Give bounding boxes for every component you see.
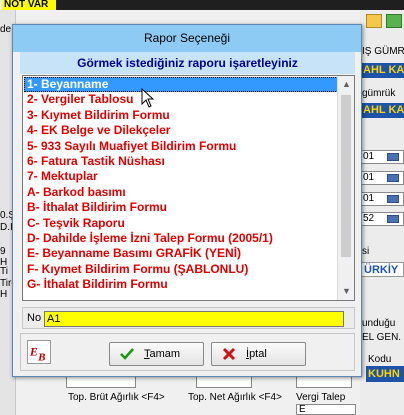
right-label: si xyxy=(362,246,370,257)
combo-button[interactable] xyxy=(387,174,399,182)
country-badge: ÜRKİY xyxy=(360,262,404,277)
ok-checkmark-icon xyxy=(120,348,134,360)
button-panel: E B Tamam İptal xyxy=(20,333,355,371)
report-list-item[interactable]: G- İthalat Bildirim Formu xyxy=(24,277,338,292)
combo-value: 52 xyxy=(363,213,375,224)
left-fragment: Ti xyxy=(0,266,8,277)
report-list-item[interactable]: A- Barkod basımı xyxy=(24,185,338,200)
company-logo-icon: E B xyxy=(27,340,51,364)
cancel-x-icon xyxy=(222,347,236,361)
report-list-item[interactable]: 5- 933 Sayılı Muafiyet Bildirim Formu xyxy=(24,139,338,154)
right-combo[interactable]: 01 xyxy=(360,192,404,206)
report-list-item[interactable]: F- Kıymet Bildirim Formu (ŞABLONLU) xyxy=(24,262,338,277)
report-list-item[interactable]: 2- Vergiler Tablosu xyxy=(24,92,338,107)
report-list-item[interactable]: 6- Fatura Tastik Nüshası xyxy=(24,154,338,169)
left-fragment: de xyxy=(0,24,12,35)
net-weight-label: Top. Net Ağırlık <F4> xyxy=(188,392,282,403)
report-list-item[interactable]: C- Teşvik Raporu xyxy=(24,216,338,231)
report-list-item[interactable]: B- İthalat Bildirim Formu xyxy=(24,200,338,215)
top-menu-bar xyxy=(56,0,404,10)
report-list-item[interactable]: 4- EK Belge ve Dilekçeler xyxy=(24,123,338,138)
not-var-label: NOT VAR xyxy=(2,0,56,10)
right-combo[interactable]: 52 xyxy=(360,212,404,226)
report-listbox[interactable]: 1- Beyanname 2- Vergiler Tablosu 3- Kıymet… xyxy=(22,75,355,301)
tax-request-field[interactable]: E xyxy=(296,404,356,415)
mouse-cursor-icon xyxy=(141,88,155,108)
toolbar-action-icon[interactable] xyxy=(386,14,402,28)
no-field-row: No xyxy=(22,307,355,329)
report-list-item[interactable]: D- Dahilde İşleme İzni Talep Formu (2005… xyxy=(24,231,338,246)
list-scrollbar[interactable]: ▲ ▼ xyxy=(337,76,354,300)
svg-text:E: E xyxy=(29,345,38,359)
company-badge: AHL KAY xyxy=(360,103,404,118)
report-list-item[interactable]: 7- Mektuplar xyxy=(24,169,338,184)
combo-value: 01 xyxy=(363,193,375,204)
tax-request-label: Vergi Talep xyxy=(296,392,346,403)
cancel-button[interactable]: İptal xyxy=(211,342,306,366)
combo-button[interactable] xyxy=(387,153,399,161)
open-folder-icon[interactable] xyxy=(366,14,382,28)
svg-text:B: B xyxy=(37,351,45,363)
scrollbar-thumb[interactable] xyxy=(341,95,351,257)
right-combo[interactable]: 01 xyxy=(360,150,404,164)
combo-value: 01 xyxy=(363,151,375,162)
left-fragment: D.I xyxy=(0,222,13,233)
combo-value: 01 xyxy=(363,172,375,183)
ok-button[interactable]: Tamam xyxy=(109,342,204,366)
right-label: Kodu xyxy=(368,354,392,365)
no-label: No xyxy=(27,312,42,324)
scroll-up-arrow-icon[interactable]: ▲ xyxy=(338,76,354,93)
report-options-dialog: Rapor Seçeneği Görmek istediğiniz raporu… xyxy=(12,24,362,377)
report-list[interactable]: 1- Beyanname 2- Vergiler Tablosu 3- Kıymet… xyxy=(24,77,338,299)
report-list-item[interactable]: 1- Beyanname xyxy=(24,77,338,93)
right-combo[interactable]: 01 xyxy=(360,171,404,185)
right-label: gümrük xyxy=(362,88,396,99)
cancel-button-label: İptal xyxy=(246,348,267,360)
right-label: IŞ GÜMR xyxy=(362,46,404,57)
no-input[interactable] xyxy=(44,311,344,327)
scroll-down-arrow-icon[interactable]: ▼ xyxy=(338,283,354,300)
kuhn-badge: KUHN xyxy=(366,366,404,382)
dialog-title[interactable]: Rapor Seçeneği xyxy=(13,25,361,52)
dialog-instruction-header: Görmek istediğiniz raporu işaretleyiniz xyxy=(20,52,355,74)
ok-button-label: Tamam xyxy=(144,348,181,360)
right-label: EL GEN. xyxy=(362,332,402,343)
company-badge: AHL KAY xyxy=(360,63,404,78)
gross-weight-label: Top. Brüt Ağırlık <F4> xyxy=(68,392,165,403)
right-label: unduğu xyxy=(362,318,396,329)
report-list-item[interactable]: 3- Kıymet Bildirim Formu xyxy=(24,108,338,123)
report-list-item[interactable]: E- Beyanname Basımı GRAFİK (YENİ) xyxy=(24,246,338,261)
combo-button[interactable] xyxy=(387,215,399,223)
combo-button[interactable] xyxy=(387,195,399,203)
